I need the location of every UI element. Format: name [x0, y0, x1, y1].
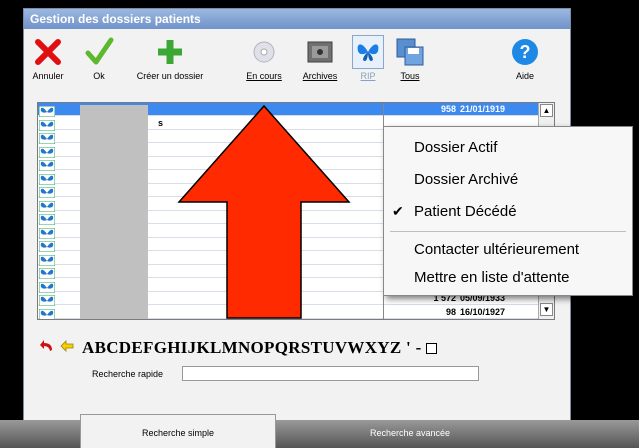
menu-item-active-record[interactable]: Dossier Actif: [414, 139, 497, 156]
butterfly-flag-icon: [38, 266, 56, 280]
all-button[interactable]: Tous: [392, 35, 428, 81]
butterfly-flag-icon: [38, 239, 56, 253]
tab-advanced-search[interactable]: Recherche avancée: [300, 420, 520, 448]
context-menu: Dossier Actif Dossier Archivé ✔ Patient D…: [383, 126, 633, 296]
safe-icon: [304, 35, 336, 69]
butterfly-flag-icon: [38, 145, 56, 158]
disc-icon: [248, 35, 280, 69]
red-up-arrow: [177, 104, 351, 319]
quick-search-input[interactable]: [182, 366, 479, 381]
butterfly-icon: [352, 35, 384, 69]
check-icon: ✔: [392, 203, 404, 219]
toolbar: Annuler Ok Créer un dossier En cours Arc…: [24, 31, 570, 93]
butterfly-flag-icon: [38, 104, 56, 118]
butterfly-flag-icon: [38, 199, 56, 212]
alphabet-checkbox[interactable]: [425, 342, 437, 354]
archives-button[interactable]: Archives: [298, 35, 342, 81]
butterfly-flag-icon: [38, 212, 56, 226]
alphabet-letters[interactable]: ABCDEFGHIJKLMNOPQRSTUVWXYZ ' -: [82, 338, 422, 358]
floppy-disks-icon: [394, 35, 426, 69]
butterfly-flag-icon: [38, 185, 56, 199]
svg-text:?: ?: [520, 42, 531, 62]
alphabet-bar: ABCDEFGHIJKLMNOPQRSTUVWXYZ ' -: [40, 338, 437, 358]
back-arrow-icon[interactable]: [60, 339, 74, 357]
create-record-button[interactable]: Créer un dossier: [130, 35, 210, 81]
cancel-button[interactable]: Annuler: [28, 35, 68, 81]
help-icon: ?: [509, 35, 541, 69]
quick-search-label: Recherche rapide: [92, 369, 164, 379]
butterfly-flag-icon: [38, 253, 56, 266]
scroll-up-icon[interactable]: ▲: [540, 104, 553, 117]
butterfly-flag-icon: [38, 158, 56, 172]
undo-arrow-icon[interactable]: [40, 339, 54, 357]
in-progress-button[interactable]: En cours: [244, 35, 284, 81]
butterfly-flag-icon: [38, 131, 56, 145]
plus-icon: [154, 35, 186, 69]
menu-item-waiting-list[interactable]: Mettre en liste d'attente: [414, 269, 569, 286]
menu-item-deceased-patient[interactable]: ✔ Patient Décédé: [392, 203, 517, 220]
butterfly-flag-icon: [38, 280, 56, 293]
checkmark-icon: [83, 35, 115, 69]
butterfly-flag-icon: [38, 293, 56, 307]
cancel-x-icon: [32, 35, 64, 69]
scroll-down-icon[interactable]: ▼: [540, 303, 553, 316]
butterfly-flag-icon: [38, 307, 56, 319]
redacted-names: [80, 105, 148, 319]
patient-name-fragment: s: [158, 117, 164, 128]
tab-simple-search[interactable]: Recherche simple: [80, 414, 276, 448]
ok-button[interactable]: Ok: [82, 35, 116, 81]
menu-separator: [390, 231, 626, 232]
butterfly-flag-icon: [38, 172, 56, 185]
rip-button[interactable]: RIP: [350, 35, 386, 81]
help-button[interactable]: ? Aide: [508, 35, 542, 81]
menu-item-contact-later[interactable]: Contacter ultérieurement: [414, 241, 579, 258]
butterfly-flag-icon: [38, 226, 56, 239]
butterfly-flag-icon: [38, 118, 56, 131]
menu-item-archived-record[interactable]: Dossier Archivé: [414, 171, 518, 188]
window-title: Gestion des dossiers patients: [24, 9, 570, 29]
